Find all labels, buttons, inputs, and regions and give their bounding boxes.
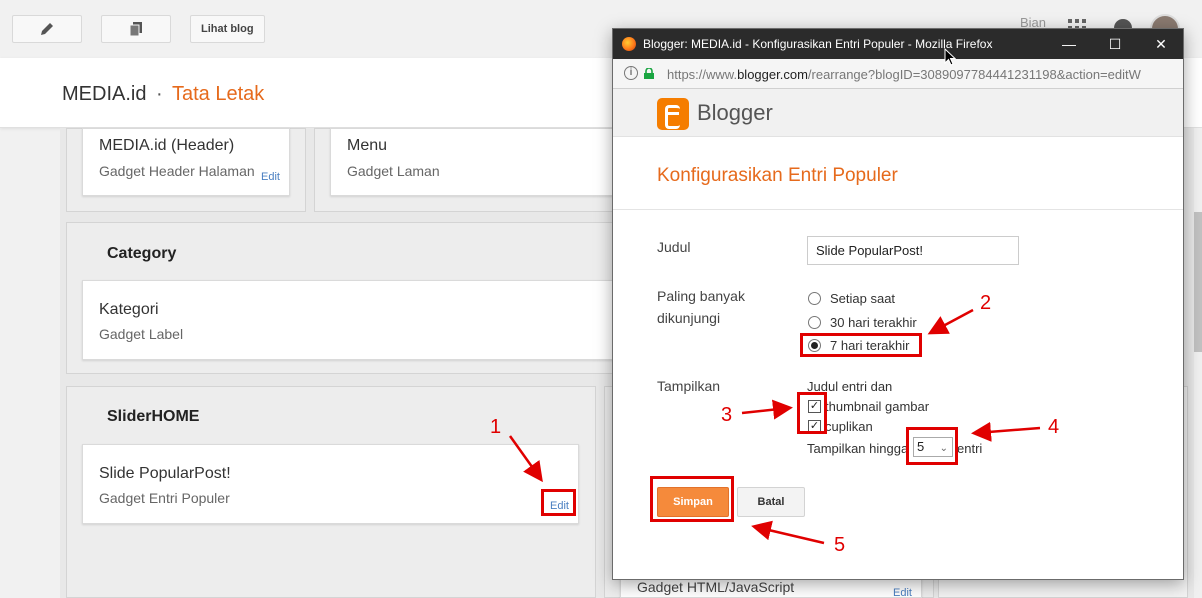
gadget-subtitle: Gadget Label [99, 326, 184, 342]
radio-button[interactable] [808, 315, 821, 329]
annotation-number-1: 1 [490, 416, 502, 438]
url-prefix: https://www. [667, 67, 738, 82]
page-scrollbar[interactable] [1194, 128, 1202, 598]
info-icon[interactable]: i [624, 66, 638, 80]
window-titlebar[interactable]: Blogger: MEDIA.id - Konfigurasikan Entri… [613, 29, 1183, 59]
view-blog-label: Lihat blog [201, 23, 254, 35]
gadget-subtitle: Gadget Laman [347, 163, 440, 179]
pencil-icon [41, 23, 53, 35]
view-blog-button[interactable]: Lihat blog [190, 15, 265, 43]
url-path: /rearrange?blogID=3089097784441231198&ac… [807, 67, 1141, 82]
annotation-box-5 [650, 476, 734, 522]
most-viewed-label-line2: dikunjungi [657, 310, 721, 326]
annotation-box-3 [797, 392, 827, 434]
gadget-slide-popularpost[interactable]: Slide PopularPost! Gadget Entri Populer … [82, 444, 579, 524]
display-label: Tampilkan [657, 378, 721, 394]
new-post-button[interactable] [12, 15, 82, 43]
title-field-label: Judul [657, 239, 691, 255]
cancel-button[interactable]: Batal [737, 487, 805, 517]
gadget-edit-link[interactable]: Edit [893, 587, 912, 598]
blogger-header: Blogger [613, 89, 1183, 137]
radio-all-time[interactable]: Setiap saat [808, 289, 895, 307]
count-prefix: Tampilkan hingga [807, 441, 909, 456]
url-text[interactable]: https://www.blogger.com/rearrange?blogID… [667, 67, 1141, 82]
radio-label: Setiap saat [830, 290, 896, 306]
radio-label: 30 hari terakhir [830, 314, 917, 330]
gadget-header[interactable]: MEDIA.id (Header) Gadget Header Halaman … [82, 128, 290, 196]
url-bar[interactable]: i https://www.blogger.com/rearrange?blog… [613, 59, 1183, 89]
annotation-number-5: 5 [834, 534, 846, 556]
maximize-icon[interactable]: ☐ [1105, 34, 1125, 54]
gadget-title: Kategori [99, 301, 159, 318]
blogger-logo-icon [657, 98, 689, 130]
gadget-title: Menu [347, 137, 388, 154]
radio-30-days[interactable]: 30 hari terakhir [808, 313, 917, 331]
page-scrollbar-thumb[interactable] [1194, 212, 1202, 352]
annotation-box-4 [906, 427, 958, 465]
page-title: Tata Letak [172, 83, 265, 105]
url-domain: blogger.com [737, 67, 808, 82]
annotation-number-2: 2 [980, 292, 992, 314]
mouse-cursor-icon [944, 48, 956, 66]
checkbox-label: thumbnail gambar [825, 398, 930, 414]
annotation-number-4: 4 [1048, 416, 1060, 438]
divider [613, 209, 1183, 210]
radio-button[interactable] [808, 291, 821, 305]
most-viewed-label: Paling banyak [657, 288, 745, 304]
site-title[interactable]: MEDIA.id [62, 83, 146, 106]
gadget-subtitle: Gadget HTML/JavaScript [637, 579, 795, 595]
gadget-edit-link[interactable]: Edit [261, 171, 280, 183]
gadget-subtitle: Gadget Entri Populer [99, 490, 230, 506]
count-suffix: entri [957, 441, 983, 456]
checkbox-label: cuplikan [825, 418, 873, 434]
gadget-title: Slide PopularPost! [99, 465, 231, 482]
documents-icon [129, 22, 142, 37]
gadget-subtitle: Gadget Header Halaman [99, 163, 255, 179]
blogger-brand: Blogger [697, 100, 773, 125]
annotation-number-3: 3 [721, 404, 733, 426]
gadget-title: MEDIA.id (Header) [99, 137, 235, 154]
dialog-title: Konfigurasikan Entri Populer [657, 165, 898, 186]
gadget-kategori[interactable]: Kategori Gadget Label [82, 280, 614, 360]
title-input[interactable] [807, 236, 1019, 265]
title-separator: · [156, 83, 163, 105]
section-title: SliderHOME [107, 408, 200, 425]
annotation-box-2 [800, 333, 922, 357]
firefox-logo-icon [622, 37, 636, 51]
lock-icon [644, 68, 654, 79]
close-icon[interactable]: ✕ [1151, 34, 1171, 54]
minimize-icon[interactable]: — [1059, 34, 1079, 54]
window-title: Blogger: MEDIA.id - Konfigurasikan Entri… [643, 37, 993, 51]
annotation-box-1 [541, 489, 576, 516]
section-title: Category [107, 245, 177, 262]
view-posts-button[interactable] [101, 15, 171, 43]
gadget-menu[interactable]: Menu Gadget Laman [330, 128, 614, 196]
